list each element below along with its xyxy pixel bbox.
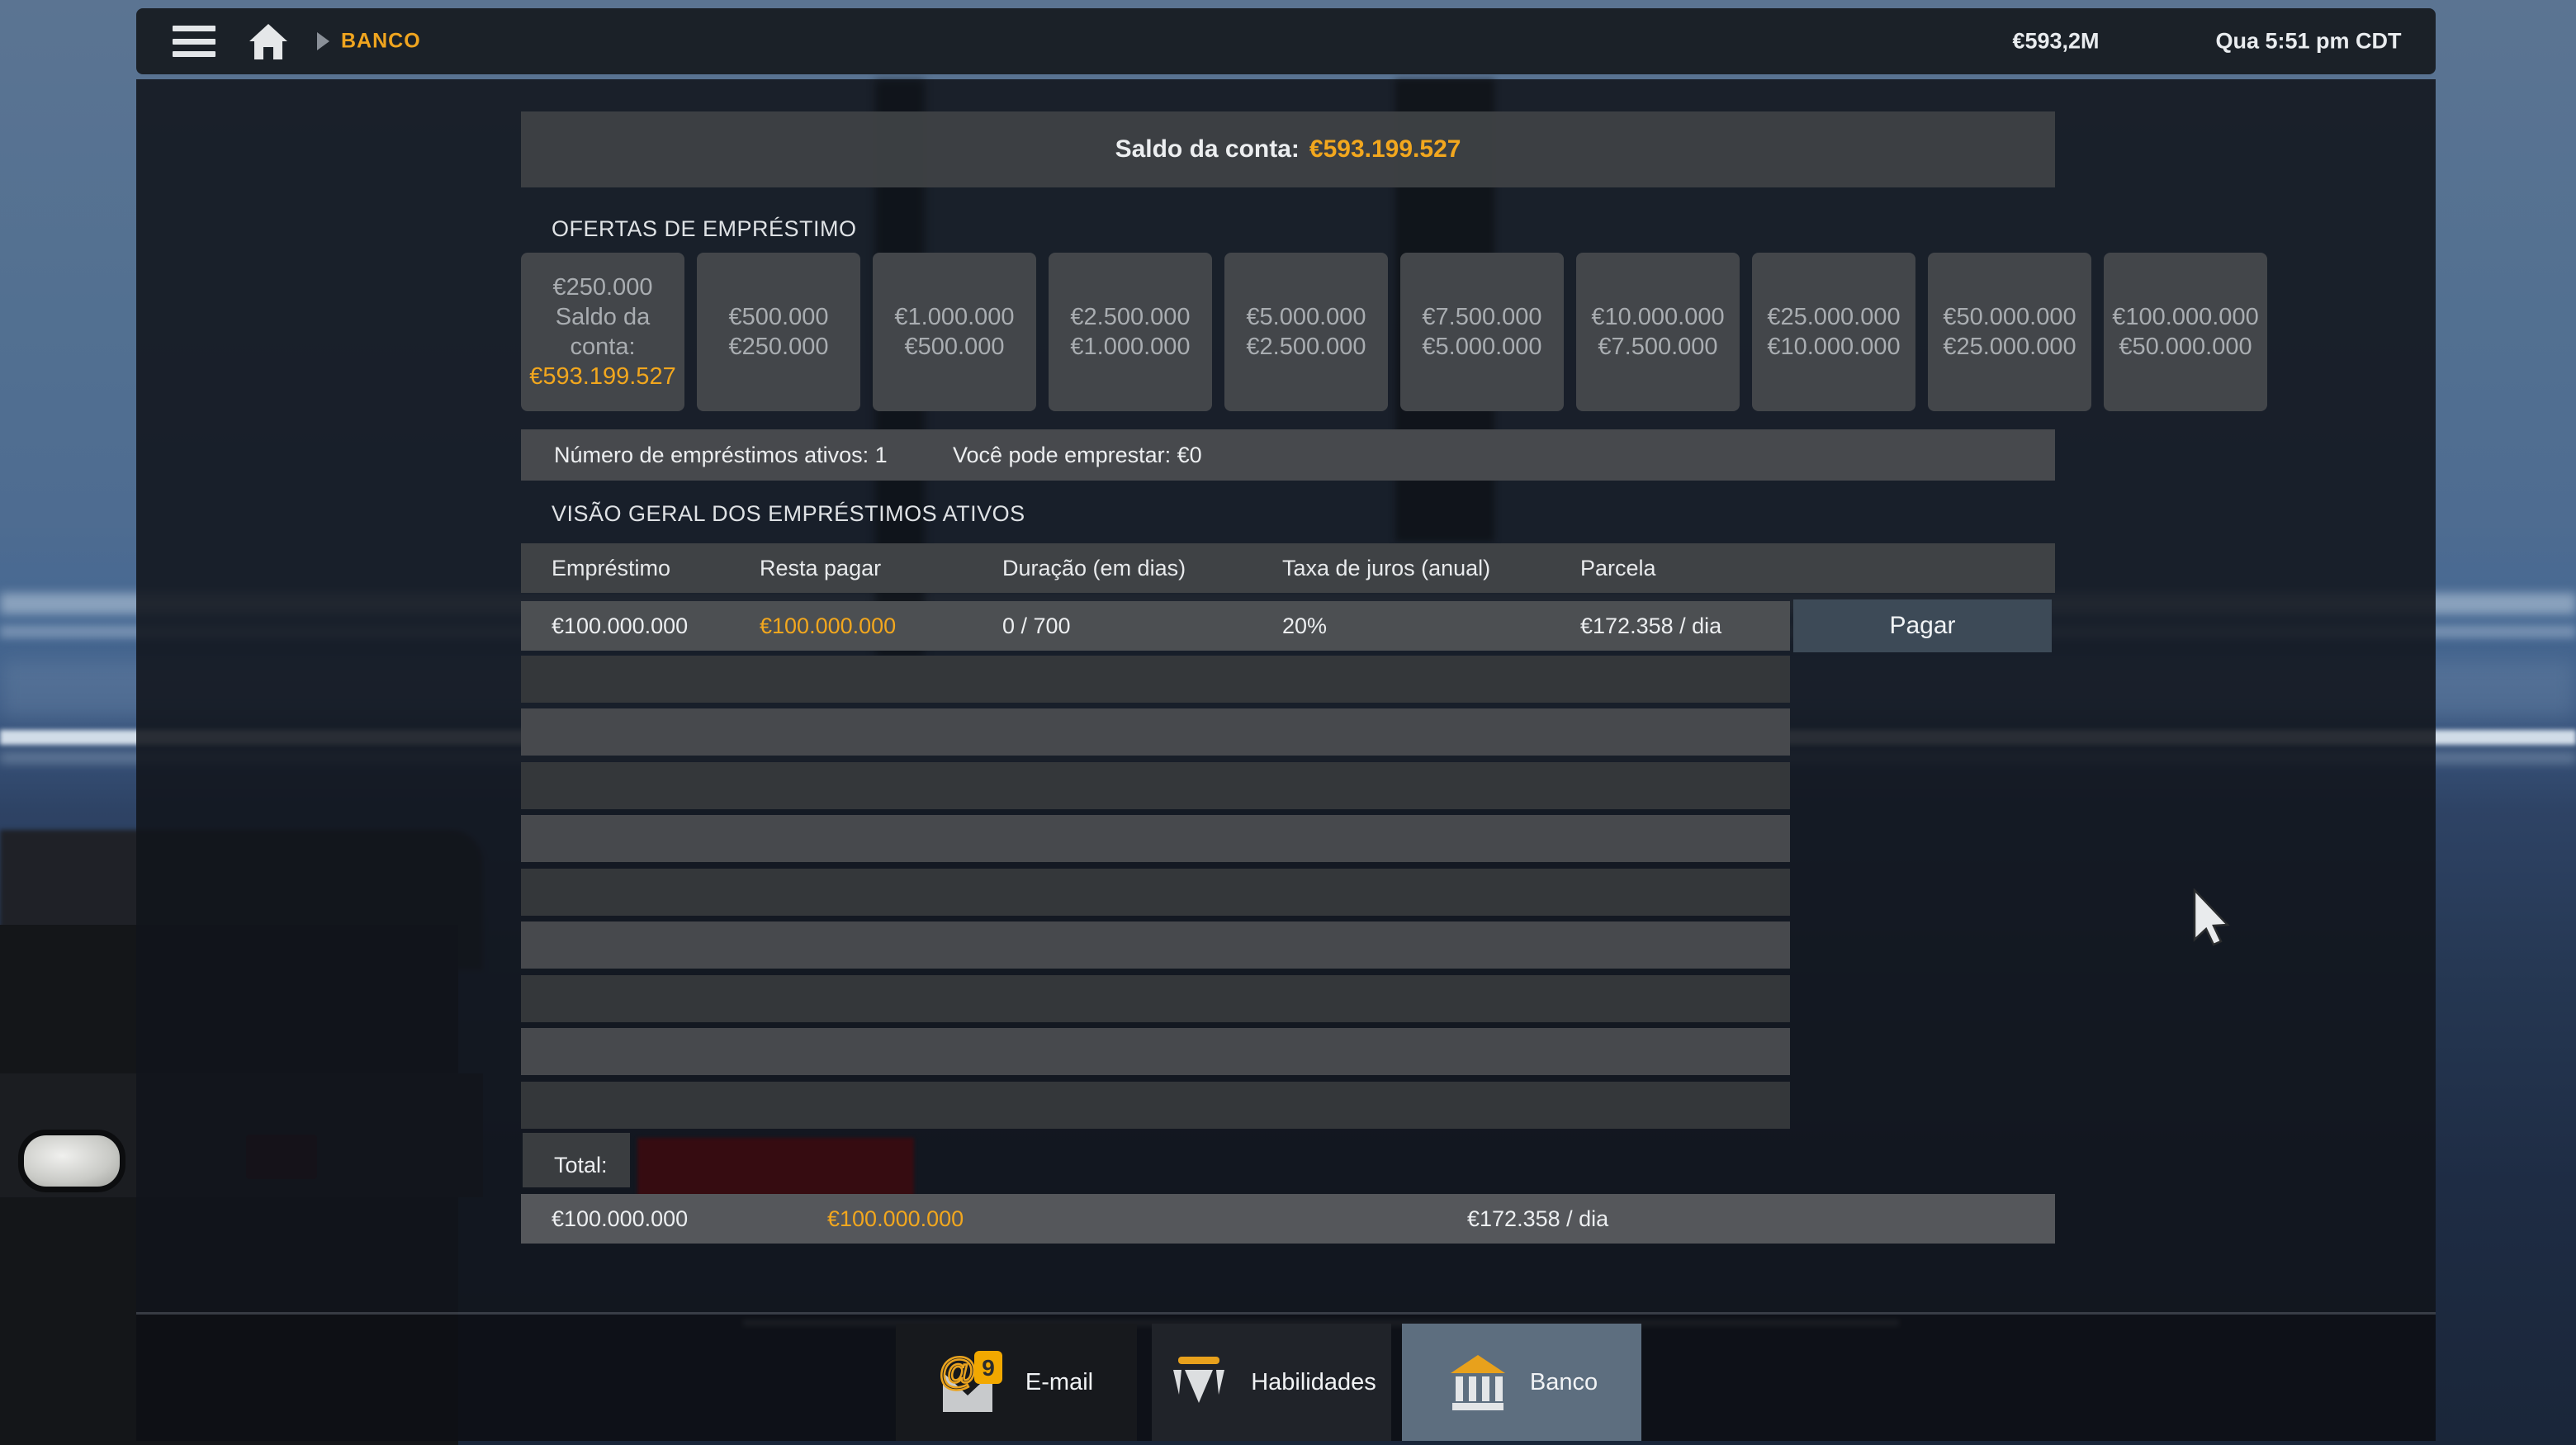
column-header: Empréstimo: [552, 543, 670, 593]
account-money: €593,2M: [1973, 29, 2138, 54]
loan-offer-amount: €5.000.000: [1406, 332, 1558, 362]
table-row: €100.000.000 €100.000.000 0 / 700 20% €1…: [521, 601, 1790, 651]
chevron-right-icon: [317, 32, 329, 50]
loan-offers-title: OFERTAS DE EMPRÉSTIMO: [552, 216, 857, 242]
loan-offer-amount: €7.500.000: [1582, 332, 1734, 362]
pay-loan-button[interactable]: Pagar: [1793, 599, 2052, 652]
table-row-empty: [521, 762, 1790, 809]
nav-label-email: E-mail: [1025, 1369, 1093, 1396]
loan-offer-amount: €1.000.000: [878, 302, 1030, 332]
balance-value: €593.199.527: [1309, 135, 1461, 163]
loan-offer-amount: €500.000: [878, 332, 1030, 362]
top-bar: BANCO €593,2M Qua 5:51 pm CDT: [136, 8, 2436, 74]
loan-offer-tile[interactable]: €250.000Saldo da conta:€593.199.527: [521, 253, 684, 411]
interest-rate: 20%: [1282, 601, 1327, 651]
daily-installment: €172.358 / dia: [1580, 601, 1721, 651]
table-row-empty: [521, 921, 1790, 969]
table-header-row: Empréstimo Resta pagar Duração (em dias) Ta…: [521, 543, 2055, 593]
column-header: Taxa de juros (anual): [1282, 543, 1490, 593]
loan-offer-tile[interactable]: €2.500.000€1.000.000: [1049, 253, 1212, 411]
loan-offer-amount: €10.000.000: [1758, 332, 1910, 362]
total-label: Total:: [554, 1153, 608, 1178]
account-balance-bar: Saldo da conta: €593.199.527: [521, 111, 2055, 187]
skills-icon: [1167, 1350, 1231, 1414]
active-loans-title: VISÃO GERAL DOS EMPRÉSTIMOS ATIVOS: [552, 501, 1025, 527]
loan-offer-list: €250.000Saldo da conta:€593.199.527€500.…: [521, 253, 2267, 411]
bank-icon: [1446, 1350, 1510, 1414]
loan-offer-amount: €250.000: [527, 272, 679, 302]
table-row-empty: [521, 975, 1790, 1022]
loan-offer-amount: €50.000.000: [1934, 302, 2086, 332]
loan-offer-amount: €250.000: [703, 332, 855, 362]
nav-item-email[interactable]: @ 9 E-mail: [896, 1324, 1137, 1441]
loan-offer-amount: €1.000.000: [1054, 332, 1206, 362]
loan-offer-amount: Saldo da conta:: [527, 302, 679, 362]
total-loan-amount: €100.000.000: [552, 1194, 688, 1244]
loan-offer-amount: €7.500.000: [1406, 302, 1558, 332]
active-loans-count: Número de empréstimos ativos: 1: [554, 429, 888, 481]
mouse-cursor: [2193, 888, 2244, 961]
home-icon[interactable]: [249, 22, 288, 60]
email-badge: 9: [982, 1355, 995, 1381]
bottom-divider: [136, 1312, 2436, 1315]
table-row-empty: [521, 869, 1790, 916]
loan-offer-tile[interactable]: €10.000.000€7.500.000: [1576, 253, 1740, 411]
loan-offer-balance-highlight: €593.199.527: [527, 362, 679, 391]
loan-offer-tile[interactable]: €500.000€250.000: [697, 253, 860, 411]
table-row-empty: [521, 815, 1790, 862]
table-row-empty: [521, 1082, 1790, 1129]
nav-label-skills: Habilidades: [1251, 1369, 1376, 1396]
loan-status-bar: Número de empréstimos ativos: 1 Você pod…: [521, 429, 2055, 481]
email-icon: @ 9: [940, 1349, 1006, 1415]
loan-duration: 0 / 700: [1002, 601, 1071, 651]
loan-offer-amount: €50.000.000: [2110, 332, 2261, 362]
borrow-capacity: Você pode emprestar: €0: [953, 429, 1202, 481]
loan-offer-tile[interactable]: €100.000.000€50.000.000: [2104, 253, 2267, 411]
loan-offer-amount: €10.000.000: [1582, 302, 1734, 332]
loan-amount: €100.000.000: [552, 601, 688, 651]
nav-item-skills[interactable]: Habilidades: [1152, 1324, 1391, 1441]
table-row-empty: [521, 656, 1790, 703]
loan-offer-amount: €25.000.000: [1758, 302, 1910, 332]
nav-item-bank[interactable]: Banco: [1402, 1324, 1641, 1441]
loan-offer-tile[interactable]: €7.500.000€5.000.000: [1400, 253, 1564, 411]
totals-row: €100.000.000 €100.000.000 €172.358 / dia: [521, 1194, 2055, 1244]
loan-offer-amount: €25.000.000: [1934, 332, 2086, 362]
svg-text:@: @: [940, 1349, 976, 1392]
breadcrumb: BANCO: [341, 30, 421, 54]
total-daily-installment: €172.358 / dia: [1467, 1194, 1608, 1244]
loan-offer-tile[interactable]: €1.000.000€500.000: [873, 253, 1036, 411]
game-clock: Qua 5:51 pm CDT: [2176, 29, 2441, 54]
table-row-empty: [521, 1028, 1790, 1075]
loan-offer-amount: €500.000: [703, 302, 855, 332]
loan-offer-tile[interactable]: €50.000.000€25.000.000: [1928, 253, 2091, 411]
loan-offer-tile[interactable]: €25.000.000€10.000.000: [1752, 253, 1915, 411]
remaining-amount: €100.000.000: [760, 601, 896, 651]
nav-label-bank: Banco: [1530, 1369, 1598, 1396]
column-header: Parcela: [1580, 543, 1656, 593]
column-header: Resta pagar: [760, 543, 881, 593]
loan-offer-amount: €100.000.000: [2110, 302, 2261, 332]
loan-offer-amount: €2.500.000: [1230, 332, 1382, 362]
menu-icon[interactable]: [173, 26, 215, 57]
table-row-empty: [521, 708, 1790, 756]
loan-offer-amount: €2.500.000: [1054, 302, 1206, 332]
truck-headlight: [18, 1130, 125, 1192]
balance-label: Saldo da conta:: [1115, 135, 1300, 163]
column-header: Duração (em dias): [1002, 543, 1186, 593]
total-remaining-amount: €100.000.000: [827, 1194, 964, 1244]
loan-offer-amount: €5.000.000: [1230, 302, 1382, 332]
loan-offer-tile[interactable]: €5.000.000€2.500.000: [1224, 253, 1388, 411]
